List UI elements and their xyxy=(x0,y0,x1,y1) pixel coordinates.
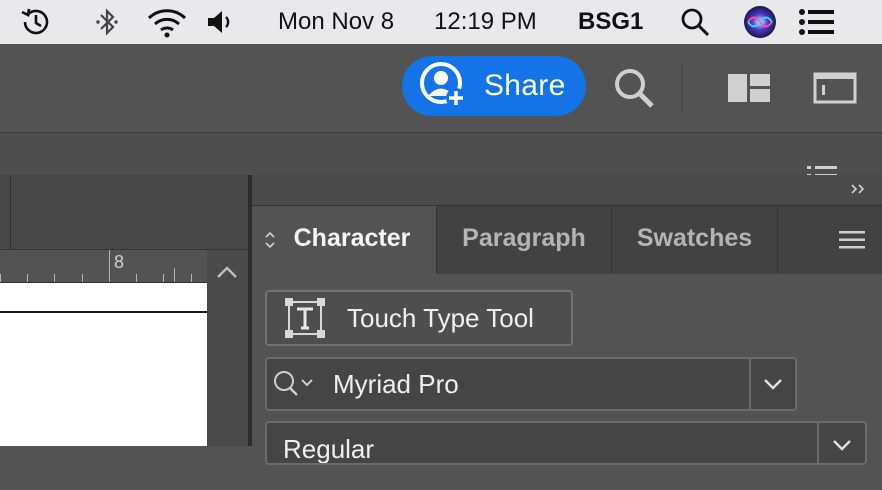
touch-type-icon xyxy=(283,296,327,340)
ruler-number: 8 xyxy=(114,252,125,272)
font-family-value: Myriad Pro xyxy=(333,369,459,399)
wifi-icon[interactable] xyxy=(144,0,190,44)
control-center-icon[interactable] xyxy=(796,0,838,44)
add-user-icon xyxy=(418,60,470,112)
search-icon[interactable] xyxy=(608,62,660,114)
font-search-icon[interactable] xyxy=(271,368,323,400)
ruler-tick xyxy=(136,274,137,282)
ruler-tick xyxy=(191,274,192,282)
panel-tabs: Character Paragraph Swatches xyxy=(252,206,882,274)
collapse-panel-icon[interactable] xyxy=(848,179,868,199)
ruler-tick xyxy=(82,274,83,282)
document-page[interactable] xyxy=(0,283,207,446)
ruler-tick xyxy=(27,274,28,282)
tab-paragraph-label: Paragraph xyxy=(462,224,586,252)
menubar-user[interactable]: BSG1 xyxy=(578,0,643,44)
tab-paragraph[interactable]: Paragraph xyxy=(437,206,612,274)
panel-menu-icon[interactable] xyxy=(838,228,866,252)
document-tab-separator xyxy=(10,175,11,249)
spotlight-search-icon[interactable] xyxy=(676,0,714,44)
share-button[interactable]: Share xyxy=(402,56,586,116)
ruler-tick xyxy=(54,274,55,282)
touch-type-tool-label: Touch Type Tool xyxy=(347,302,534,333)
application-bar: Share xyxy=(0,44,882,133)
panel-toggle-icon[interactable] xyxy=(810,68,860,108)
expand-collapse-arrows-icon xyxy=(265,231,275,249)
ruler-tick xyxy=(163,274,164,282)
font-style-field[interactable]: Regular xyxy=(265,421,867,465)
page-margin-line xyxy=(0,311,207,313)
document-area: 8 xyxy=(0,175,248,446)
vertical-scrollbar[interactable] xyxy=(207,250,248,446)
menubar-date[interactable]: Mon Nov 8 xyxy=(278,0,394,44)
horizontal-ruler[interactable]: 8 xyxy=(0,250,207,283)
toolbar-divider xyxy=(681,64,683,112)
menubar-time[interactable]: 12:19 PM xyxy=(434,0,537,44)
character-panel: Character Paragraph Swatches Touch Type … xyxy=(252,175,882,465)
bluetooth-icon[interactable] xyxy=(90,0,124,44)
font-style-value: Regular xyxy=(283,434,375,464)
touch-type-tool-button[interactable]: Touch Type Tool xyxy=(265,290,573,346)
tab-character[interactable]: Character xyxy=(252,206,437,274)
ruler-tick xyxy=(174,268,175,282)
tab-character-label: Character xyxy=(293,224,411,252)
ruler-major-tick xyxy=(109,250,110,282)
scroll-up-arrow-icon[interactable] xyxy=(215,260,239,284)
workspace-layout-icon[interactable] xyxy=(724,68,774,108)
volume-icon[interactable] xyxy=(204,0,238,44)
font-style-dropdown-icon[interactable] xyxy=(817,423,865,463)
siri-icon[interactable] xyxy=(742,0,778,44)
panel-header xyxy=(252,175,882,206)
share-button-label: Share xyxy=(484,69,566,102)
time-machine-icon[interactable] xyxy=(16,0,56,44)
font-family-dropdown-icon[interactable] xyxy=(749,359,795,409)
document-tab-strip xyxy=(0,175,248,250)
ruler-tick xyxy=(0,274,1,282)
tab-swatches[interactable]: Swatches xyxy=(612,206,778,274)
macos-menu-bar: Mon Nov 8 12:19 PM BSG1 xyxy=(0,0,882,44)
font-family-field[interactable]: Myriad Pro xyxy=(265,357,797,411)
tab-swatches-label: Swatches xyxy=(636,224,753,252)
